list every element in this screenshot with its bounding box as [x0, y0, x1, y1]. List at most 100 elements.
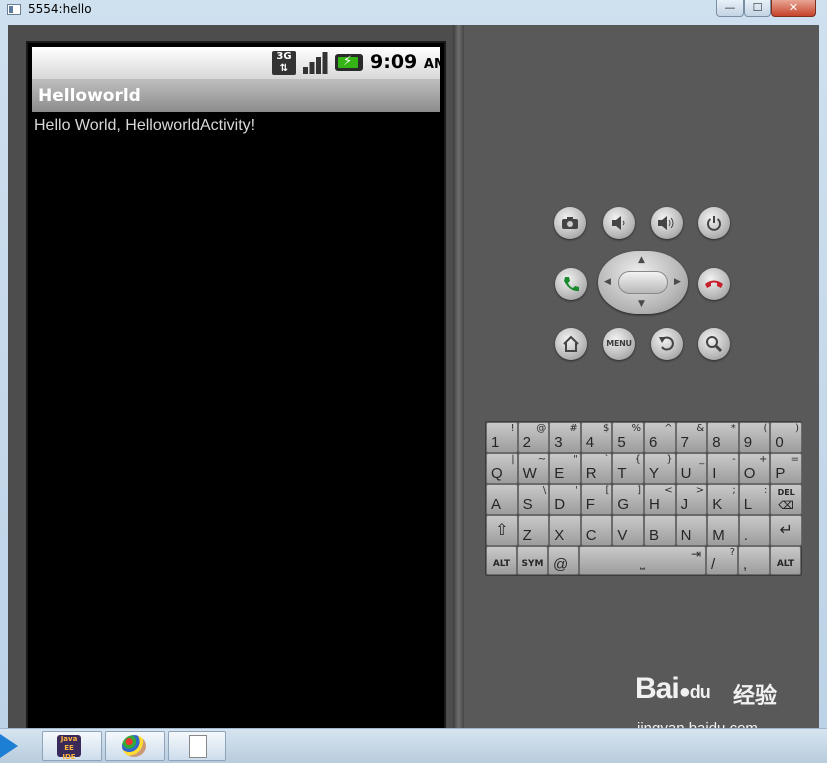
key-label: 7	[680, 434, 689, 451]
key-label: N	[680, 527, 692, 544]
keyboard-key[interactable]: B	[644, 515, 676, 546]
dpad-down-icon[interactable]: ▼	[638, 299, 645, 309]
phone-screen[interactable]: 3G⇅ 9:09 AM Helloworld Hello World, Hell…	[26, 41, 446, 740]
keyboard-key[interactable]: F[	[580, 484, 613, 515]
keyboard-key[interactable]: 7 &	[675, 422, 708, 453]
keyboard-key[interactable]: W ~	[517, 453, 550, 484]
keyboard-key[interactable]: M	[707, 515, 739, 546]
title-bar[interactable]: 5554:hello — ☐ ✕	[0, 0, 827, 22]
back-button[interactable]	[651, 328, 683, 360]
key-label: .	[743, 527, 748, 544]
keyboard-key[interactable]: P =	[770, 453, 802, 484]
volume-down-button[interactable]	[603, 207, 635, 239]
key-label: A	[491, 496, 502, 513]
call-button[interactable]	[555, 268, 587, 300]
power-button[interactable]	[698, 207, 730, 239]
key-sub-label: -	[732, 454, 736, 465]
key-slash[interactable]: / ?	[706, 546, 738, 575]
taskbar-paint[interactable]	[105, 731, 165, 761]
keyboard-key[interactable]: S \	[517, 484, 550, 515]
logo-text-2: du	[689, 682, 711, 702]
keyboard-key[interactable]: ⇧	[486, 515, 518, 546]
keyboard-key[interactable]: J >	[675, 484, 708, 515]
key-label: R	[585, 465, 597, 482]
keyboard-key[interactable]: Z	[517, 515, 550, 546]
key-label: X	[554, 527, 565, 544]
keyboard-key[interactable]: 5%	[612, 422, 644, 453]
keyboard-key[interactable]: Y}	[644, 453, 676, 484]
key-label: 0	[775, 434, 784, 451]
keyboard-key[interactable]: 3 #	[549, 422, 581, 453]
volume-up-button[interactable]	[651, 207, 683, 239]
keyboard-key[interactable]: D '	[549, 484, 581, 515]
keyboard-key[interactable]: 0)	[770, 422, 802, 453]
keyboard-key[interactable]: Q |	[486, 453, 518, 484]
dpad-left-icon[interactable]: ◀	[604, 277, 611, 287]
keyboard-key[interactable]: X	[549, 515, 581, 546]
keyboard-key[interactable]: 1!	[486, 422, 518, 453]
maximize-button[interactable]: ☐	[744, 0, 771, 17]
home-button[interactable]	[555, 328, 587, 360]
camera-button[interactable]	[554, 207, 586, 239]
search-button[interactable]	[698, 328, 730, 360]
keyboard-key[interactable]: U _	[675, 453, 708, 484]
keyboard-key[interactable]: H <	[644, 484, 676, 515]
key-alt-right[interactable]: ALT	[770, 546, 801, 575]
key-label: ALT	[776, 559, 795, 569]
keyboard-key[interactable]: E "	[549, 453, 581, 484]
minimize-button[interactable]: —	[716, 0, 744, 17]
keyboard-key[interactable]: 6 ^	[644, 422, 676, 453]
network-type-label: 3G	[276, 51, 292, 62]
key-sub-label: {	[634, 454, 641, 465]
key-sub-label: +	[759, 454, 768, 465]
keyboard-key[interactable]: G]	[612, 484, 644, 515]
key-at[interactable]: @	[548, 546, 579, 575]
emulator-window-icon	[189, 735, 207, 758]
key-sub-label: :	[764, 485, 768, 496]
app-title-bar: Helloworld	[32, 79, 440, 112]
keyboard-key[interactable]: O +	[738, 453, 771, 484]
key-alt-left[interactable]: ALT	[486, 546, 517, 575]
start-arrow-icon[interactable]	[0, 734, 18, 758]
key-label: E	[554, 465, 565, 482]
key-label: DEL	[777, 488, 795, 497]
keyboard-key[interactable]: ↵	[770, 515, 802, 546]
keyboard-key[interactable]: 9(	[738, 422, 771, 453]
key-label: 2	[522, 434, 531, 451]
key-space[interactable]: ⇥ ⎵	[579, 546, 706, 575]
key-label: 8	[712, 434, 721, 451]
menu-button[interactable]: MENU	[603, 328, 635, 360]
key-sub-label: &	[696, 423, 705, 434]
keyboard-key[interactable]: 8 *	[707, 422, 739, 453]
key-sub-label: )	[795, 423, 799, 434]
key-comma[interactable]: ,	[738, 546, 770, 575]
keyboard-key[interactable]: V	[612, 515, 644, 546]
keyboard-key[interactable]: K;	[707, 484, 739, 515]
dpad-center-button[interactable]	[618, 271, 668, 294]
keyboard-key[interactable]: L:	[738, 484, 771, 515]
dpad-up-icon[interactable]: ▲	[638, 255, 645, 265]
status-bar[interactable]: 3G⇅ 9:09 AM	[32, 47, 440, 79]
keyboard-key[interactable]: 4 $	[580, 422, 613, 453]
keyboard-key[interactable]: N	[675, 515, 708, 546]
key-sub-label: =	[790, 454, 799, 465]
taskbar-java-ee-ide[interactable]: Java EE IDE	[42, 731, 102, 761]
key-label: ⇧	[495, 520, 509, 539]
taskbar-emulator[interactable]	[168, 731, 226, 761]
keyboard-key[interactable]: 2 @	[517, 422, 550, 453]
key-sym[interactable]: SYM	[517, 546, 548, 575]
keyboard-key[interactable]: I-	[707, 453, 739, 484]
key-sub-label: %	[631, 423, 641, 434]
keyboard-key[interactable]: R `	[580, 453, 613, 484]
close-button[interactable]: ✕	[771, 0, 816, 17]
dpad[interactable]: ▲ ▼ ◀ ▶	[598, 251, 688, 314]
keyboard-key[interactable]: A	[486, 484, 518, 515]
keyboard-key[interactable]: DEL ⌫	[770, 484, 802, 515]
keyboard-key[interactable]: .	[738, 515, 771, 546]
key-sub-label: #	[569, 423, 578, 434]
end-call-button[interactable]	[698, 268, 730, 300]
keyboard-key[interactable]: C	[580, 515, 613, 546]
key-label: M	[712, 527, 725, 544]
keyboard-key[interactable]: T{	[612, 453, 644, 484]
dpad-right-icon[interactable]: ▶	[674, 277, 681, 287]
